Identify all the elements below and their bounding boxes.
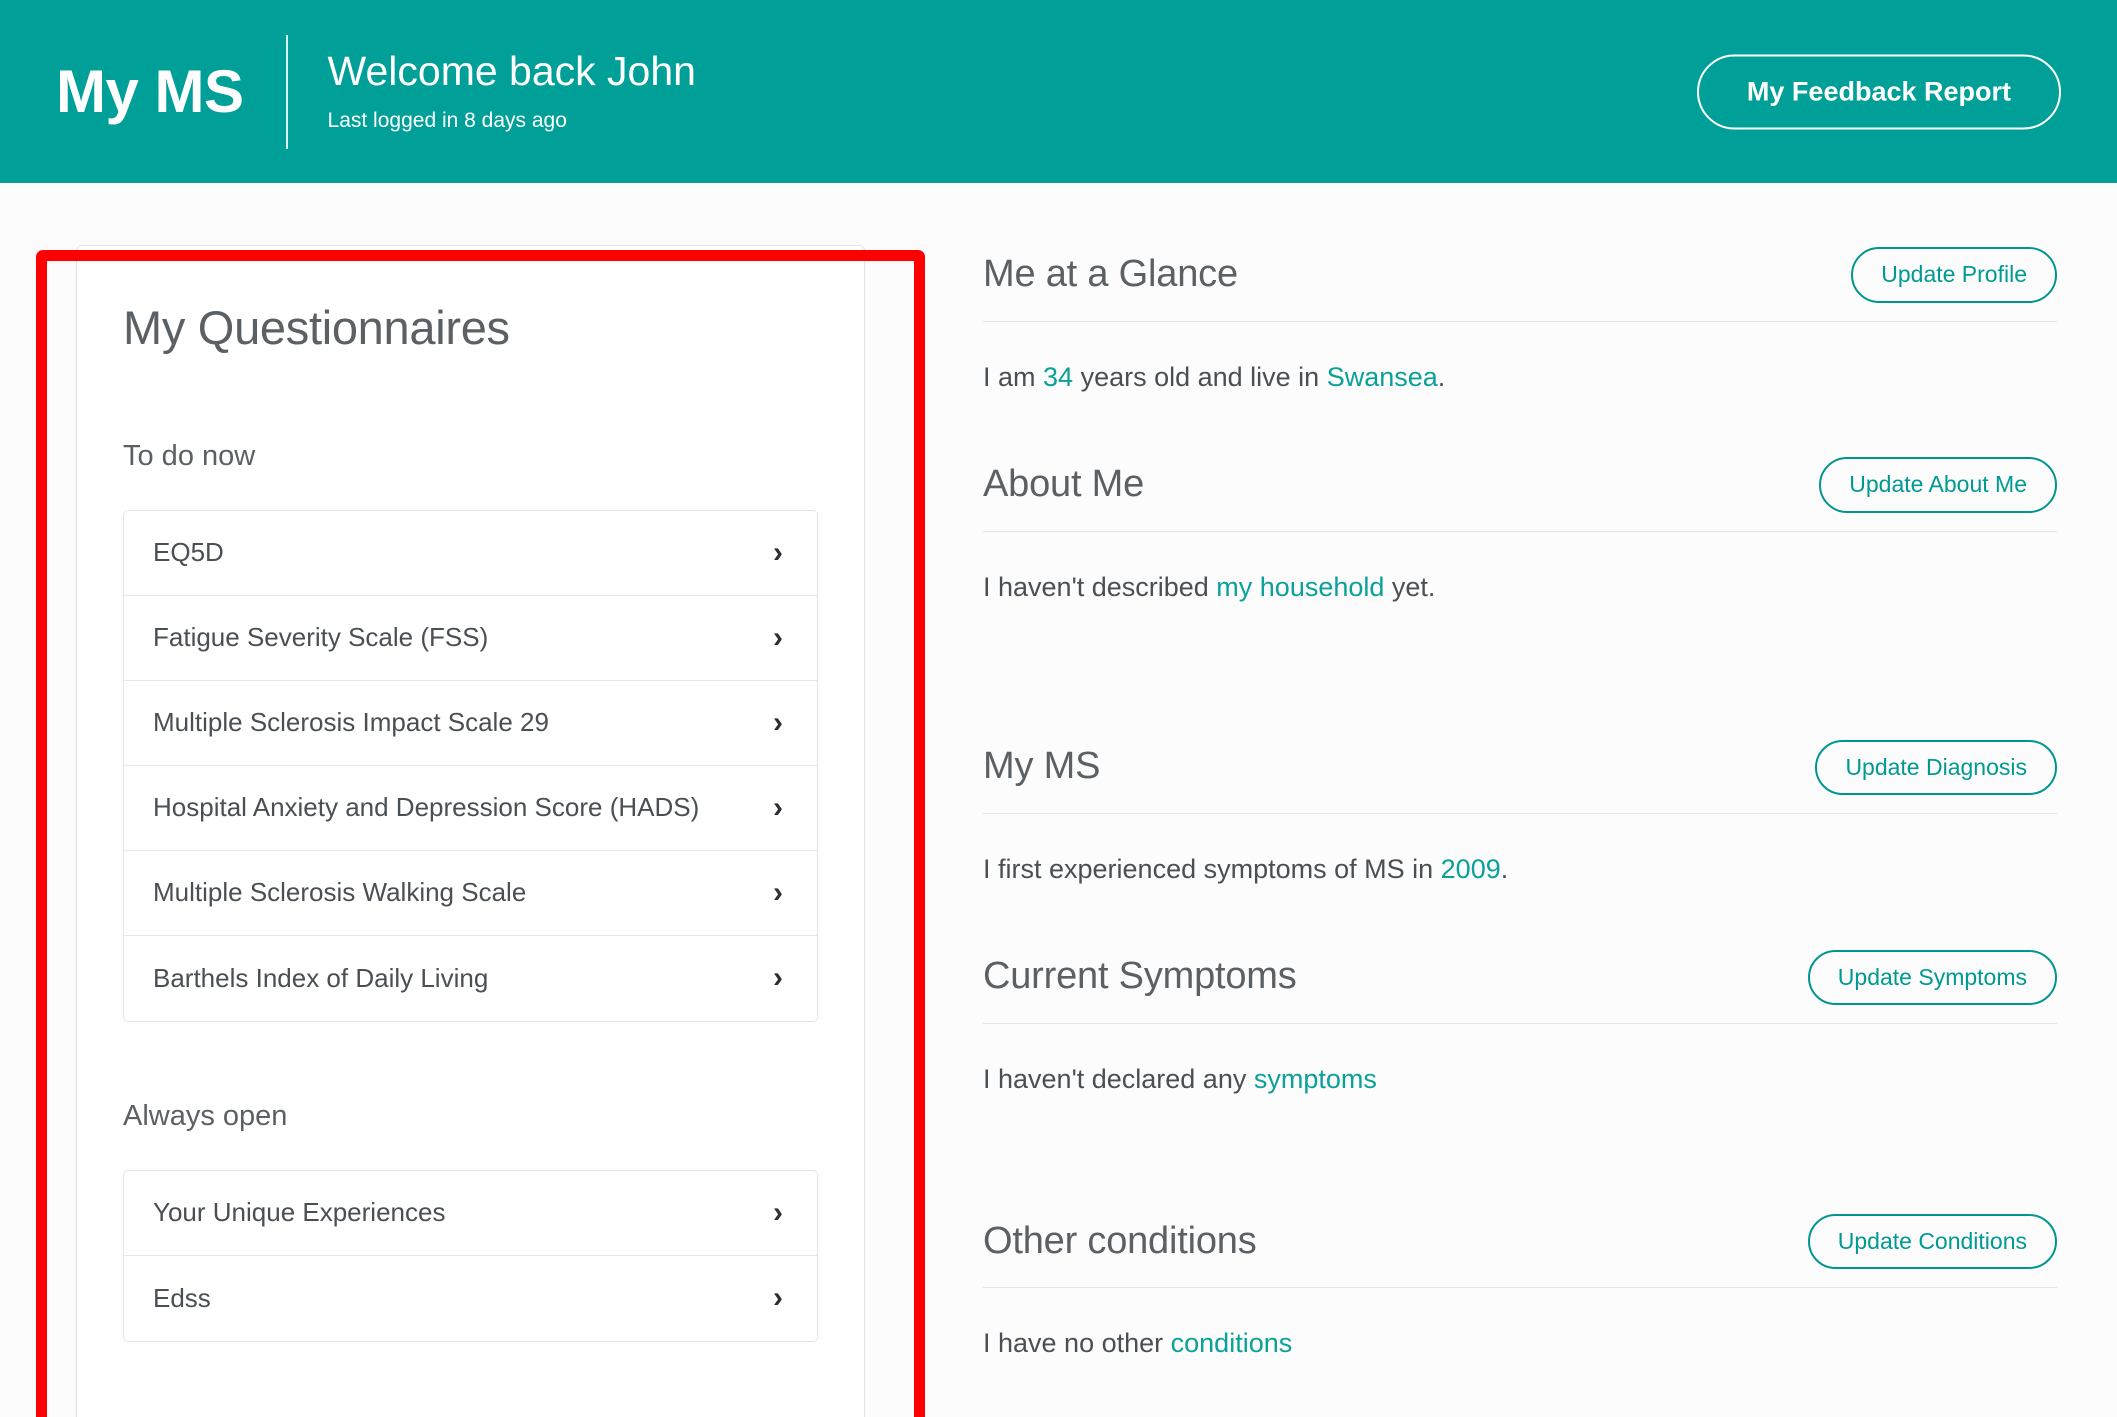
location-link[interactable]: Swansea	[1327, 362, 1438, 392]
chevron-right-icon: ›	[773, 878, 787, 908]
list-item[interactable]: Your Unique Experiences ›	[124, 1171, 817, 1256]
my-ms-text: I first experienced symptoms of MS in 20…	[983, 814, 2057, 887]
update-profile-button[interactable]: Update Profile	[1851, 247, 2057, 302]
chevron-right-icon: ›	[773, 1283, 787, 1313]
text-fragment: .	[1501, 854, 1509, 884]
chevron-right-icon: ›	[773, 963, 787, 993]
questionnaire-label: Hospital Anxiety and Depression Score (H…	[153, 792, 699, 823]
chevron-right-icon: ›	[773, 793, 787, 823]
my-feedback-report-button[interactable]: My Feedback Report	[1697, 54, 2061, 129]
page-body: My Questionnaires To do now EQ5D › Fatig…	[0, 183, 2117, 1417]
chevron-right-icon: ›	[773, 538, 787, 568]
chevron-right-icon: ›	[773, 708, 787, 738]
list-item[interactable]: Edss ›	[124, 1256, 817, 1341]
update-conditions-button[interactable]: Update Conditions	[1808, 1214, 2057, 1269]
diagnosis-year-link[interactable]: 2009	[1441, 854, 1501, 884]
other-conditions-text: I have no other conditions	[983, 1288, 2057, 1361]
app-logo: My MS	[56, 62, 286, 122]
about-me-header: About Me Update About Me	[983, 453, 2057, 517]
list-item[interactable]: EQ5D ›	[124, 511, 817, 596]
current-symptoms-header: Current Symptoms Update Symptoms	[983, 945, 2057, 1009]
other-conditions-header: Other conditions Update Conditions	[983, 1209, 2057, 1273]
text-fragment: I haven't declared any	[983, 1064, 1254, 1094]
always-open-questionnaire-list: Your Unique Experiences › Edss ›	[123, 1170, 818, 1342]
questionnaire-label: EQ5D	[153, 537, 224, 568]
me-at-a-glance-header: Me at a Glance Update Profile	[983, 243, 2057, 307]
text-fragment: I am	[983, 362, 1043, 392]
conditions-link[interactable]: conditions	[1171, 1328, 1293, 1358]
chevron-right-icon: ›	[773, 1198, 787, 1228]
my-questionnaires-card: My Questionnaires To do now EQ5D › Fatig…	[76, 245, 865, 1417]
update-symptoms-button[interactable]: Update Symptoms	[1808, 950, 2057, 1005]
age-link[interactable]: 34	[1043, 362, 1073, 392]
questionnaire-label: Edss	[153, 1283, 211, 1314]
text-fragment: yet.	[1384, 572, 1435, 602]
text-fragment: I first experienced symptoms of MS in	[983, 854, 1441, 884]
questionnaire-label: Your Unique Experiences	[153, 1197, 445, 1228]
section-title: Current Symptoms	[983, 955, 1297, 999]
section-spacer	[123, 1022, 818, 1100]
chevron-right-icon: ›	[773, 623, 787, 653]
list-item[interactable]: Multiple Sclerosis Walking Scale ›	[124, 851, 817, 936]
update-about-me-button[interactable]: Update About Me	[1819, 457, 2057, 512]
welcome-title: Welcome back John	[328, 49, 696, 94]
section-spacer	[983, 887, 2057, 945]
my-ms-header: My MS Update Diagnosis	[983, 735, 2057, 799]
questionnaire-label: Fatigue Severity Scale (FSS)	[153, 622, 488, 653]
section-spacer	[983, 1097, 2057, 1209]
app-header: My MS Welcome back John Last logged in 8…	[0, 0, 2117, 183]
questionnaires-column: My Questionnaires To do now EQ5D › Fatig…	[0, 183, 925, 1417]
current-symptoms-text: I haven't declared any symptoms	[983, 1024, 2057, 1097]
list-item[interactable]: Fatigue Severity Scale (FSS) ›	[124, 596, 817, 681]
section-title: About Me	[983, 463, 1144, 507]
section-title: My MS	[983, 745, 1100, 789]
profile-column: Me at a Glance Update Profile I am 34 ye…	[925, 183, 2117, 1361]
questionnaire-label: Multiple Sclerosis Walking Scale	[153, 877, 526, 908]
todo-now-label: To do now	[123, 440, 818, 473]
update-diagnosis-button[interactable]: Update Diagnosis	[1815, 740, 2057, 795]
text-fragment: .	[1438, 362, 1446, 392]
section-spacer	[983, 395, 2057, 453]
always-open-label: Always open	[123, 1100, 818, 1133]
welcome-block: Welcome back John Last logged in 8 days …	[288, 49, 696, 133]
todo-questionnaire-list: EQ5D › Fatigue Severity Scale (FSS) › Mu…	[123, 510, 818, 1022]
section-spacer	[983, 605, 2057, 735]
text-fragment: I haven't described	[983, 572, 1216, 602]
questionnaire-label: Barthels Index of Daily Living	[153, 963, 488, 994]
me-at-a-glance-text: I am 34 years old and live in Swansea.	[983, 322, 2057, 395]
section-title: Me at a Glance	[983, 253, 1238, 297]
text-fragment: I have no other	[983, 1328, 1171, 1358]
list-item[interactable]: Barthels Index of Daily Living ›	[124, 936, 817, 1021]
questionnaire-label: Multiple Sclerosis Impact Scale 29	[153, 707, 549, 738]
list-item[interactable]: Hospital Anxiety and Depression Score (H…	[124, 766, 817, 851]
page-title: My Questionnaires	[123, 302, 818, 354]
my-household-link[interactable]: my household	[1216, 572, 1384, 602]
list-item[interactable]: Multiple Sclerosis Impact Scale 29 ›	[124, 681, 817, 766]
symptoms-link[interactable]: symptoms	[1254, 1064, 1377, 1094]
about-me-text: I haven't described my household yet.	[983, 532, 2057, 605]
section-title: Other conditions	[983, 1220, 1257, 1264]
text-fragment: years old and live in	[1073, 362, 1327, 392]
last-login-text: Last logged in 8 days ago	[328, 108, 696, 133]
